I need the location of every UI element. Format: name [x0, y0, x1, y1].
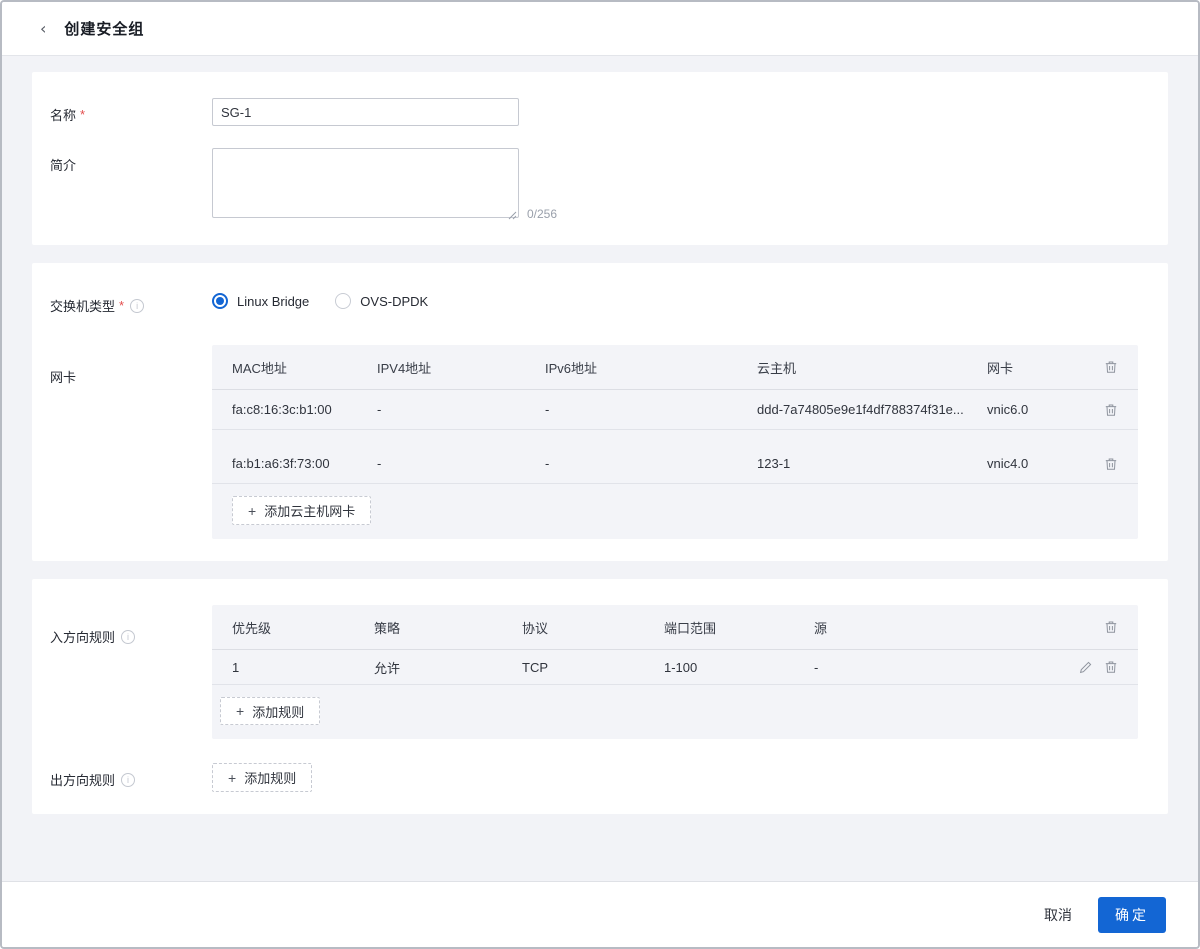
- confirm-button[interactable]: 确定: [1098, 896, 1166, 933]
- name-input[interactable]: [212, 98, 519, 126]
- description-field-area: 0/256: [212, 148, 1138, 223]
- col-ipv6: IPv6地址: [545, 360, 598, 376]
- trash-icon[interactable]: [1104, 660, 1118, 674]
- description-label-text: 简介: [50, 158, 77, 173]
- col-port-range: 端口范围: [664, 620, 717, 636]
- add-outbound-rule-label: 添加规则: [244, 771, 297, 786]
- col-policy: 策略: [374, 620, 401, 636]
- back-icon[interactable]: ‹: [40, 20, 46, 37]
- cell-ipv4: -: [377, 402, 382, 417]
- col-protocol: 协议: [522, 620, 549, 636]
- nic-label: 网卡: [50, 345, 212, 386]
- page-title: 创建安全组: [64, 21, 145, 38]
- nic-table: MAC地址 IPV4地址 IPv6地址 云主机 网卡 fa:c8:16:3c:b…: [212, 345, 1138, 539]
- cell-protocol: TCP: [522, 659, 548, 675]
- radio-selected-icon[interactable]: [212, 293, 228, 309]
- cell-nic: vnic4.0: [987, 456, 1029, 471]
- nic-label-text: 网卡: [50, 370, 77, 385]
- table-row: fa:b1:a6:3f:73:00 - - 123-1 vnic4.0: [212, 444, 1138, 484]
- cell-priority: 1: [232, 659, 240, 675]
- cell-port-range: 1-100: [664, 659, 698, 675]
- col-ipv4: IPV4地址: [377, 360, 432, 376]
- trash-icon[interactable]: [1104, 403, 1118, 417]
- nic-table-area: MAC地址 IPV4地址 IPv6地址 云主机 网卡 fa:c8:16:3c:b…: [212, 345, 1138, 539]
- switch-type-label: 交换机类型 * i: [50, 289, 212, 315]
- outbound-rules-label-text: 出方向规则: [50, 773, 116, 788]
- cell-policy: 允许: [374, 660, 401, 676]
- cell-source: -: [814, 659, 819, 675]
- network-card: 交换机类型 * i Linux Bridge OVS-DPDK 网卡 MAC地址…: [32, 263, 1168, 561]
- plus-icon: +: [236, 703, 245, 719]
- cell-ipv6: -: [545, 402, 550, 417]
- col-vm: 云主机: [757, 360, 797, 376]
- required-asterisk: *: [80, 107, 86, 122]
- table-row: fa:c8:16:3c:b1:00 - - ddd-7a74805e9e1f4d…: [212, 390, 1138, 430]
- description-textarea[interactable]: [212, 148, 519, 218]
- footer-bar: 取消 确定: [2, 881, 1198, 947]
- add-vm-nic-label: 添加云主机网卡: [264, 504, 356, 519]
- switch-type-label-text: 交换机类型: [50, 299, 116, 314]
- outbound-rules-label: 出方向规则 i: [50, 763, 212, 789]
- add-inbound-rule-button[interactable]: + 添加规则: [220, 697, 321, 725]
- cell-ipv4: -: [377, 456, 382, 471]
- name-label: 名称 *: [50, 98, 212, 124]
- cell-nic: vnic6.0: [987, 402, 1029, 417]
- col-mac: MAC地址: [232, 360, 287, 376]
- add-vm-nic-button[interactable]: + 添加云主机网卡: [232, 496, 372, 525]
- cell-vm: 123-1: [757, 456, 791, 471]
- trash-icon[interactable]: [1104, 457, 1118, 471]
- name-field-area: [212, 98, 1138, 126]
- inbound-table-header: 优先级 策略 协议 端口范围 源: [212, 605, 1138, 650]
- form-content: 名称 * 简介: [2, 56, 1198, 881]
- create-security-group-page: ‹ 创建安全组 名称 * 简介: [0, 0, 1200, 949]
- required-asterisk: *: [119, 298, 125, 313]
- outbound-rules-row: 出方向规则 i + 添加规则: [50, 763, 1150, 792]
- info-icon: i: [121, 772, 136, 787]
- inbound-rules-table-area: 优先级 策略 协议 端口范围 源 1 允许 TCP 1-100 - + 添加规则: [212, 605, 1138, 739]
- page-header: ‹ 创建安全组: [2, 2, 1198, 56]
- cell-mac: fa:b1:a6:3f:73:00: [232, 456, 330, 471]
- info-icon: i: [121, 629, 136, 644]
- cancel-button[interactable]: 取消: [1044, 905, 1072, 925]
- description-row: 简介 0/256: [50, 148, 1150, 223]
- info-icon: i: [130, 298, 145, 313]
- col-source: 源: [814, 620, 828, 636]
- radio-label: OVS-DPDK: [360, 293, 429, 309]
- radio-linux-bridge[interactable]: Linux Bridge: [212, 293, 309, 309]
- plus-icon: +: [228, 769, 237, 786]
- trash-icon[interactable]: [1104, 360, 1118, 374]
- char-counter: 0/256: [527, 207, 558, 221]
- rules-card: 入方向规则 i 优先级 策略 协议 端口范围 源 1 允许 TCP 1-100 …: [32, 579, 1168, 814]
- switch-type-row: 交换机类型 * i Linux Bridge OVS-DPDK: [50, 289, 1150, 315]
- inbound-rules-label-text: 入方向规则: [50, 630, 116, 645]
- outbound-rules-area: + 添加规则: [212, 763, 1138, 792]
- nic-table-header: MAC地址 IPV4地址 IPv6地址 云主机 网卡: [212, 345, 1138, 390]
- col-nic: 网卡: [987, 360, 1014, 376]
- cell-vm: ddd-7a74805e9e1f4df788374f31e...: [757, 402, 964, 417]
- trash-icon[interactable]: [1104, 620, 1118, 634]
- name-row: 名称 *: [50, 98, 1150, 126]
- cell-mac: fa:c8:16:3c:b1:00: [232, 402, 332, 417]
- add-inbound-rule-label: 添加规则: [252, 704, 305, 720]
- edit-icon[interactable]: [1079, 661, 1092, 674]
- description-label: 简介: [50, 148, 212, 174]
- inbound-rules-label: 入方向规则 i: [50, 605, 212, 646]
- radio-unselected-icon[interactable]: [335, 293, 352, 309]
- add-outbound-rule-button[interactable]: + 添加规则: [212, 763, 313, 792]
- radio-label: Linux Bridge: [237, 293, 310, 309]
- cell-ipv6: -: [545, 456, 550, 471]
- inbound-rules-row: 入方向规则 i 优先级 策略 协议 端口范围 源 1 允许 TCP 1-100 …: [50, 605, 1150, 739]
- plus-icon: +: [248, 502, 257, 519]
- name-label-text: 名称: [50, 108, 77, 123]
- radio-ovs-dpdk[interactable]: OVS-DPDK: [335, 293, 428, 309]
- switch-type-options: Linux Bridge OVS-DPDK: [212, 289, 1138, 309]
- basic-info-card: 名称 * 简介: [32, 72, 1168, 245]
- col-priority: 优先级: [232, 620, 272, 636]
- inbound-rules-table: 优先级 策略 协议 端口范围 源 1 允许 TCP 1-100 - + 添加规则: [212, 605, 1138, 739]
- table-row: 1 允许 TCP 1-100 -: [212, 650, 1138, 685]
- nic-row: 网卡 MAC地址 IPV4地址 IPv6地址 云主机 网卡 fa:c8:16:3…: [50, 345, 1150, 539]
